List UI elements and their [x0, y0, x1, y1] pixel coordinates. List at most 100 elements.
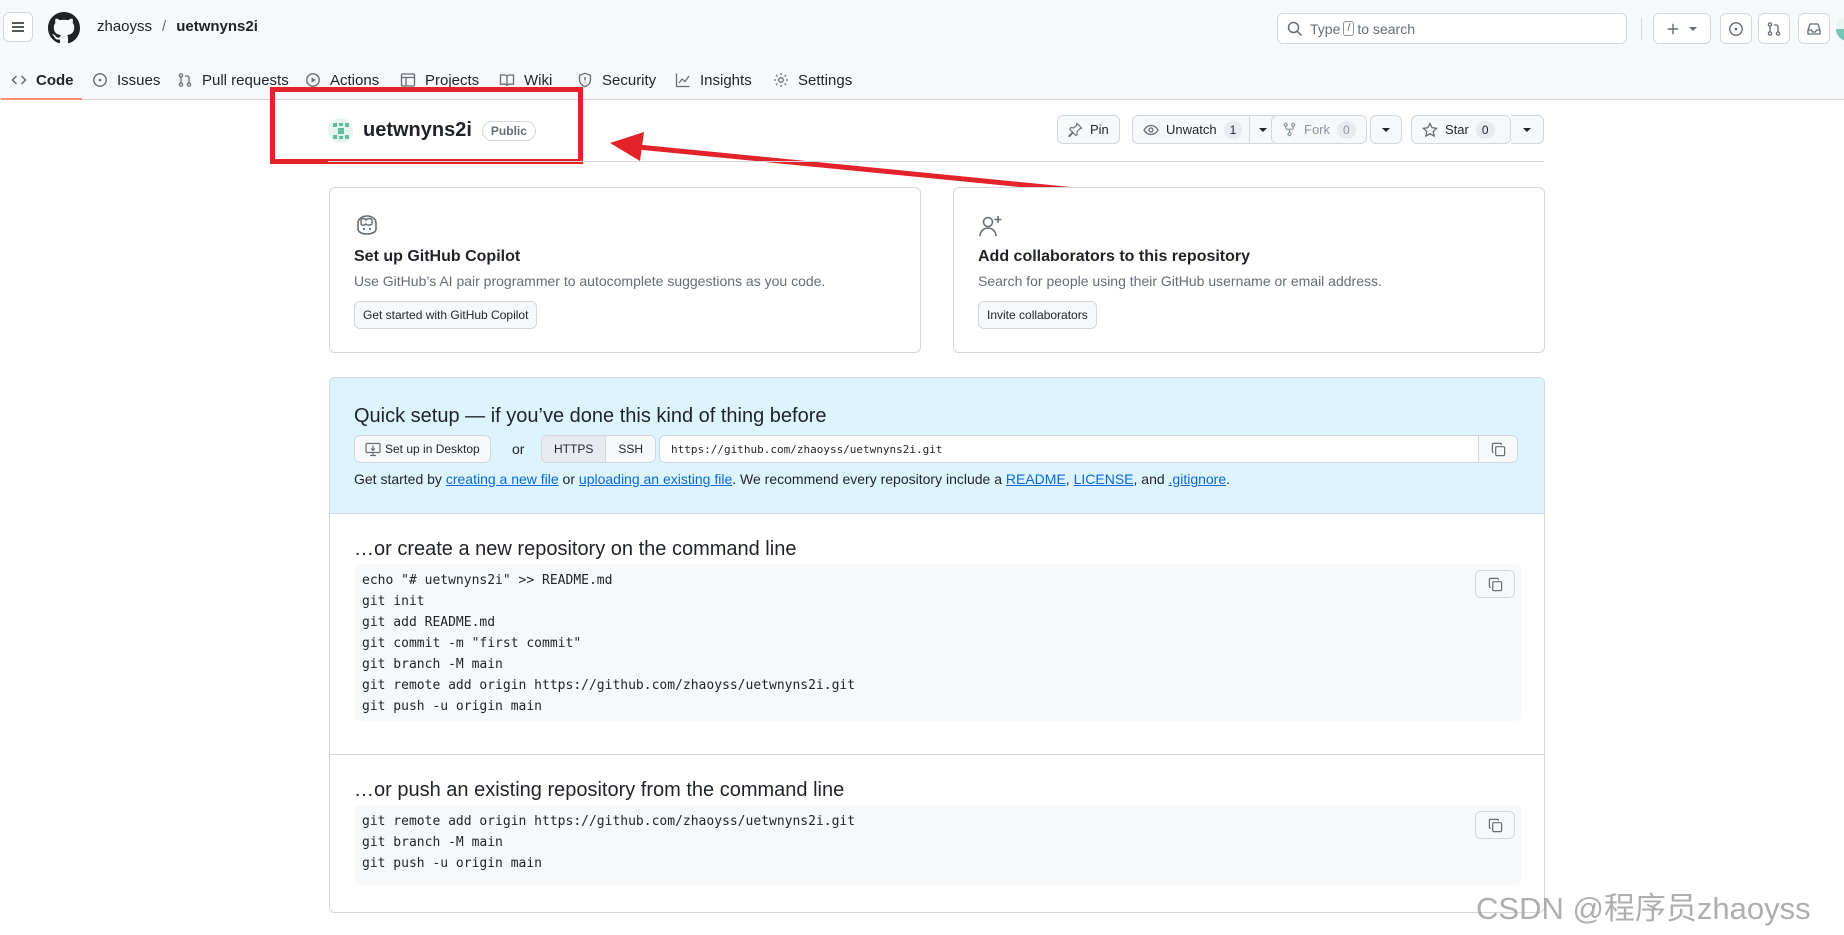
create-new-button[interactable] — [1653, 13, 1711, 44]
breadcrumb-separator: / — [162, 18, 167, 35]
copilot-icon — [357, 215, 377, 235]
pull-requests-button[interactable] — [1758, 13, 1790, 44]
tab-label: Code — [36, 71, 74, 89]
copy-create-commands-button[interactable] — [1475, 570, 1515, 598]
annotation-highlight-box — [270, 87, 583, 164]
license-link[interactable]: LICENSE — [1074, 471, 1134, 487]
readme-link[interactable]: README — [1006, 471, 1066, 487]
issues-button[interactable] — [1720, 13, 1752, 44]
person-add-icon — [979, 216, 1002, 237]
caret-down-icon — [1689, 26, 1697, 31]
code-line: git commit -m "first commit" — [362, 636, 582, 651]
user-avatar[interactable] — [1836, 17, 1844, 41]
search-suffix: to search — [1357, 20, 1416, 37]
quick-setup-help-text: Get started by creating a new file or up… — [354, 471, 1230, 487]
gitignore-link[interactable]: .gitignore — [1169, 471, 1227, 487]
setup-in-desktop-button[interactable]: Set up in Desktop — [354, 435, 491, 463]
tab-label: Actions — [330, 71, 380, 89]
creating-new-file-link[interactable]: creating a new file — [446, 471, 559, 487]
plus-icon — [1667, 23, 1679, 34]
help-text: . — [1226, 471, 1231, 487]
tab-label: Security — [602, 71, 657, 89]
collaborators-card: Add collaborators to this repository Sea… — [953, 187, 1545, 353]
inbox-button[interactable] — [1798, 13, 1830, 44]
clone-url-input[interactable]: https://github.com/zhaoyss/uetwnyns2i.gi… — [659, 435, 1479, 463]
copilot-get-started-button[interactable]: Get started with GitHub Copilot — [354, 301, 538, 329]
push-repo-section: …or push an existing repository from the… — [330, 755, 1544, 912]
fork-button[interactable]: Fork 0 — [1271, 115, 1367, 144]
hamburger-icon — [12, 22, 24, 32]
copy-icon — [1488, 577, 1502, 591]
collaborators-card-title: Add collaborators to this repository — [978, 248, 1251, 265]
header-top-row: zhaoyss / uetwnyns2i Type / to search — [0, 0, 1844, 56]
pull-request-icon — [1767, 21, 1781, 36]
help-text: , — [1065, 471, 1074, 487]
star-icon — [1422, 121, 1438, 137]
breadcrumb: zhaoyss / uetwnyns2i — [97, 18, 258, 35]
eye-icon — [1143, 124, 1159, 135]
search-prefix: Type — [1310, 20, 1341, 37]
help-text: Get started by — [354, 471, 446, 487]
pin-label: Pin — [1090, 122, 1109, 137]
desktop-download-icon — [365, 442, 381, 456]
caret-down-icon — [1523, 127, 1531, 132]
graph-icon — [675, 73, 690, 88]
menu-button[interactable] — [3, 12, 33, 42]
inbox-icon — [1807, 22, 1821, 35]
invite-collaborators-button[interactable]: Invite collaborators — [978, 301, 1097, 329]
push-repo-code-block: git remote add origin https://github.com… — [354, 805, 1521, 885]
pull-request-icon — [178, 73, 192, 87]
ssh-toggle[interactable]: SSH — [606, 436, 656, 462]
quick-setup-panel: Quick setup — if you’ve done this kind o… — [329, 377, 1545, 913]
or-text: or — [512, 441, 525, 457]
play-icon — [306, 73, 320, 87]
github-logo-icon[interactable] — [48, 12, 80, 44]
caret-down-icon — [1382, 127, 1390, 132]
star-dropdown-button[interactable] — [1511, 115, 1544, 144]
collaborators-card-desc: Search for people using their GitHub use… — [978, 273, 1382, 289]
copy-url-button[interactable] — [1478, 435, 1518, 463]
app-header: zhaoyss / uetwnyns2i Type / to search Co… — [0, 0, 1844, 100]
fork-dropdown-button[interactable] — [1370, 115, 1402, 144]
breadcrumb-owner[interactable]: zhaoyss — [97, 18, 152, 35]
pin-icon — [1068, 122, 1083, 137]
tab-security[interactable]: Security — [575, 60, 658, 100]
star-button[interactable]: Star 0 — [1411, 115, 1511, 144]
watch-count: 1 — [1223, 120, 1243, 139]
star-count: 0 — [1475, 120, 1495, 139]
tab-label: Insights — [700, 71, 752, 89]
code-line: git branch -M main — [362, 657, 503, 672]
copilot-card: Set up GitHub Copilot Use GitHub’s AI pa… — [329, 187, 921, 353]
tab-label: Projects — [425, 71, 480, 89]
copilot-card-title: Set up GitHub Copilot — [354, 248, 521, 265]
tab-label: Pull requests — [202, 71, 289, 89]
tab-label: Wiki — [524, 71, 553, 89]
https-toggle[interactable]: HTTPS — [542, 436, 607, 462]
title-divider — [328, 161, 1544, 162]
uploading-existing-file-link[interactable]: uploading an existing file — [579, 471, 732, 487]
create-repo-section: …or create a new repository on the comma… — [330, 514, 1544, 754]
quick-setup-header: Quick setup — if you’ve done this kind o… — [330, 378, 1544, 514]
push-repo-title: …or push an existing repository from the… — [354, 779, 845, 801]
table-icon — [400, 73, 416, 87]
tab-settings[interactable]: Settings — [771, 60, 854, 100]
caret-down-icon — [1259, 127, 1268, 132]
setup-in-desktop-label: Set up in Desktop — [385, 442, 480, 456]
create-repo-code-block: echo "# uetwnyns2i" >> README.md git ini… — [354, 564, 1521, 721]
pin-button[interactable]: Pin — [1057, 115, 1120, 144]
breadcrumb-repo[interactable]: uetwnyns2i — [176, 18, 258, 35]
fork-label: Fork — [1304, 122, 1330, 137]
tab-insights[interactable]: Insights — [673, 60, 754, 100]
tab-code[interactable]: Code — [1, 60, 81, 100]
tab-label: Issues — [117, 71, 161, 89]
code-line: git push -u origin main — [362, 699, 543, 714]
unwatch-button[interactable]: Unwatch 1 — [1132, 115, 1280, 144]
copy-icon — [1488, 818, 1502, 832]
copilot-card-desc: Use GitHub’s AI pair programmer to autoc… — [354, 273, 826, 289]
copy-push-commands-button[interactable] — [1475, 811, 1515, 839]
tab-issues[interactable]: Issues — [90, 60, 162, 100]
search-icon — [1287, 21, 1303, 37]
search-input[interactable]: Type / to search — [1277, 13, 1627, 44]
code-line: echo "# uetwnyns2i" >> README.md — [362, 573, 613, 588]
code-line: git branch -M main — [362, 835, 503, 850]
